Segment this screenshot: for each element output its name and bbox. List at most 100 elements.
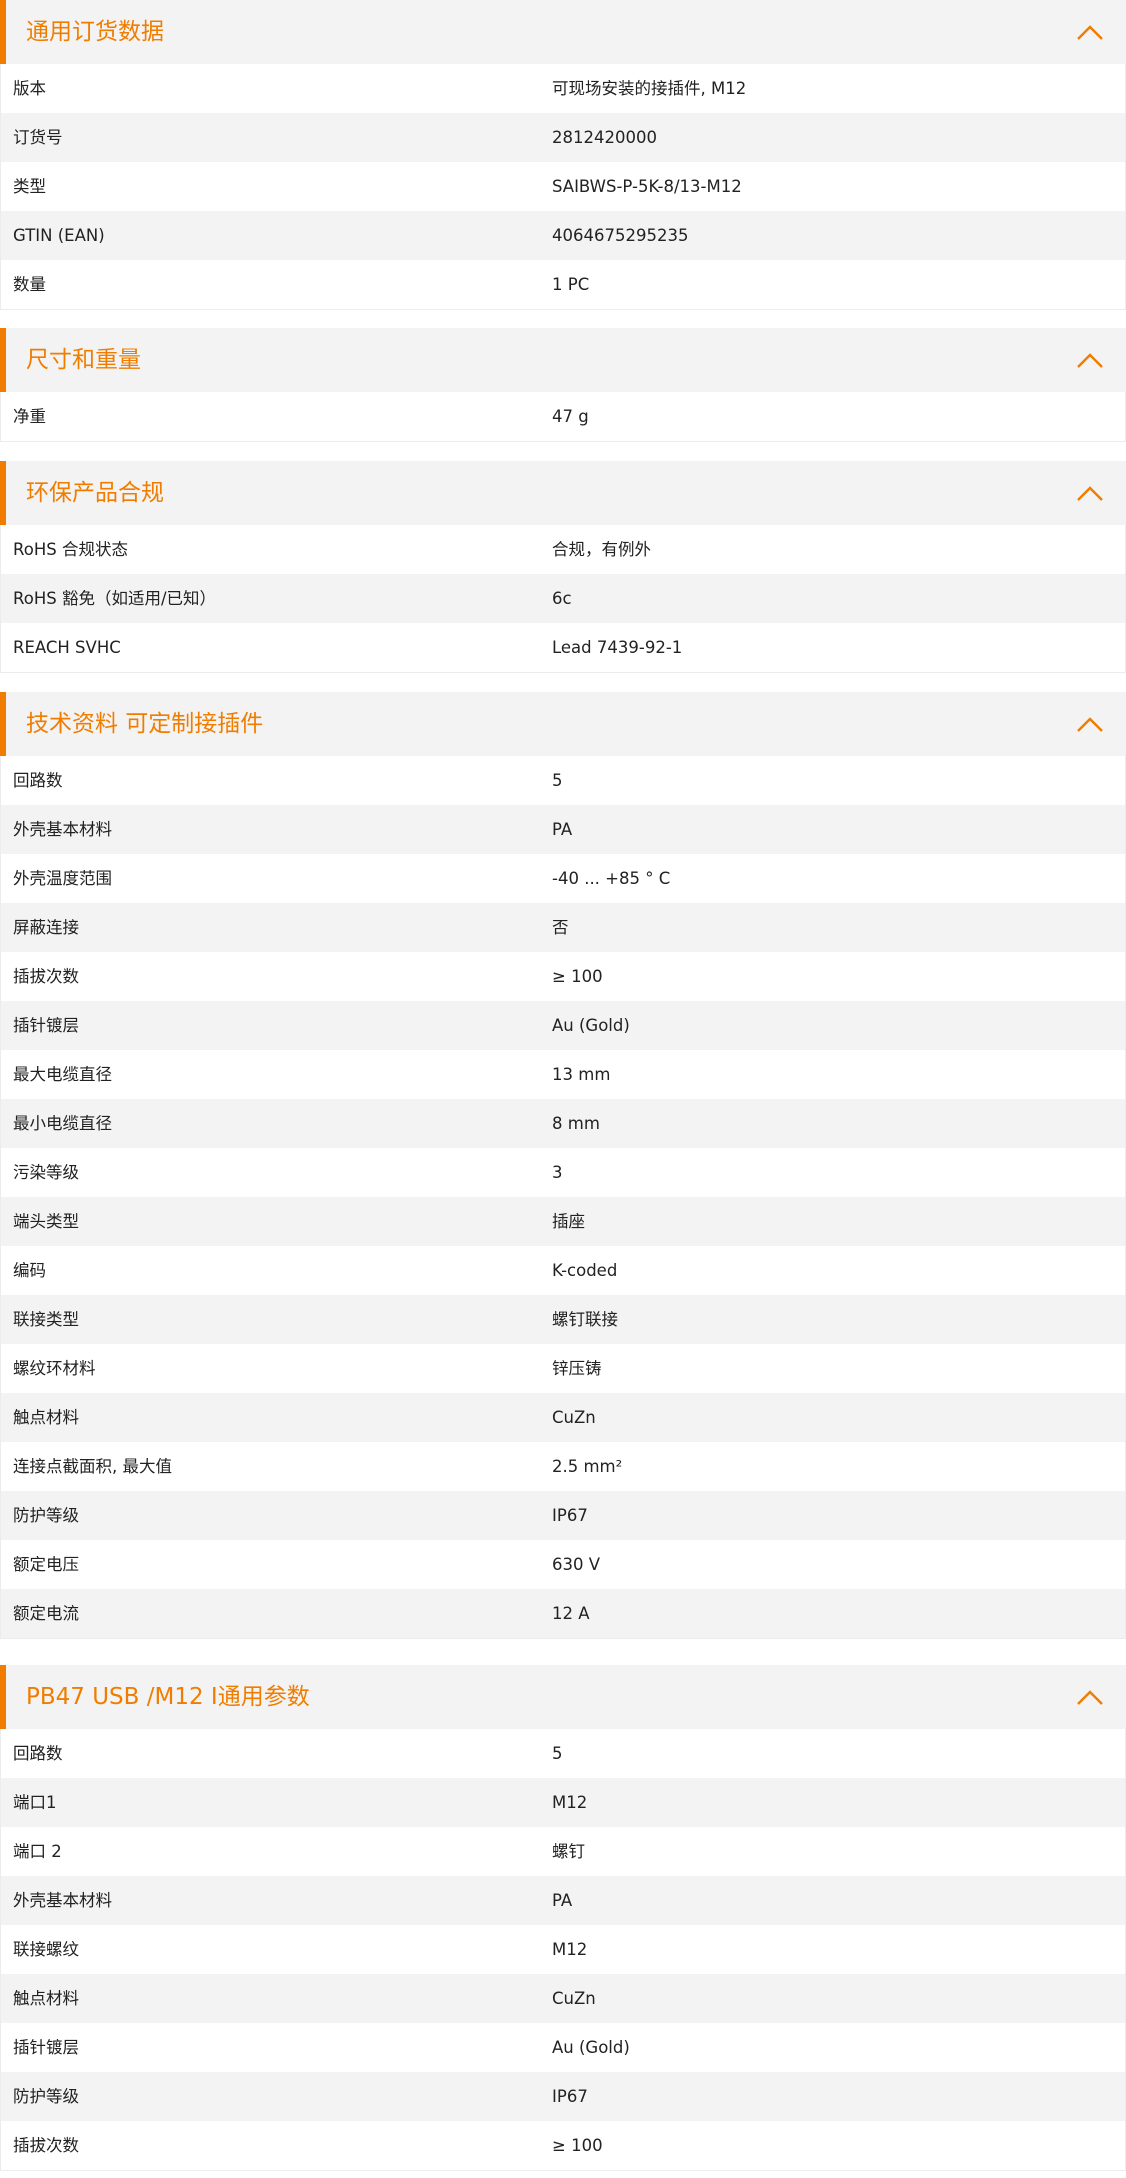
spec-section: 尺寸和重量净重 47 g [0, 328, 1126, 442]
spec-row: 端头类型 插座 [1, 1197, 1125, 1246]
spec-label: 版本 [13, 79, 46, 98]
spec-label: 防护等级 [13, 2087, 79, 2106]
spec-label: 联接类型 [13, 1310, 79, 1329]
spec-value: Au (Gold) [552, 2038, 630, 2057]
spec-table: 回路数 5 外壳基本材料 PA 外壳温度范围 -40 ... +85 ° C 屏蔽连接 否插拔… [0, 756, 1126, 1639]
spec-value: CuZn [552, 1989, 596, 2008]
section-header[interactable]: 通用订货数据 [0, 0, 1126, 64]
spec-row: 插针镀层 Au (Gold) [1, 2023, 1125, 2072]
spec-label: 净重 [13, 407, 46, 426]
spec-label: 最小电缆直径 [13, 1114, 112, 1133]
spec-label: 回路数 [13, 771, 63, 790]
spec-value: K-coded [552, 1261, 618, 1280]
section-title: 尺寸和重量 [26, 347, 141, 373]
spec-label: 额定电流 [13, 1604, 79, 1623]
spec-label: 触点材料 [13, 1408, 79, 1427]
spec-label: 类型 [13, 177, 46, 196]
spec-label: RoHS 合规状态 [13, 540, 128, 559]
spec-label: 端口 2 [13, 1842, 62, 1861]
section-header[interactable]: PB47 USB /M12 I通用参数 [0, 1665, 1126, 1729]
spec-row: 外壳温度范围 -40 ... +85 ° C [1, 854, 1125, 903]
spec-label: 插拔次数 [13, 967, 79, 986]
spec-row: 版本 可现场安装的接插件, M12 [1, 64, 1125, 113]
spec-label: 污染等级 [13, 1163, 79, 1182]
spec-row: 端口1 M12 [1, 1778, 1125, 1827]
section-title: 通用订货数据 [26, 19, 164, 45]
spec-row: 联接类型 螺钉联接 [1, 1295, 1125, 1344]
spec-value: IP67 [552, 2087, 588, 2106]
spec-value: 合规，有例外 [552, 540, 651, 559]
spec-value: 5 [552, 1744, 563, 1763]
spec-label: 订货号 [13, 128, 63, 147]
chevron-up-icon[interactable] [1076, 1688, 1104, 1706]
spec-value: 47 g [552, 407, 589, 426]
spec-label: 触点材料 [13, 1989, 79, 2008]
spec-value: CuZn [552, 1408, 596, 1427]
spec-row: 最小电缆直径 8 mm [1, 1099, 1125, 1148]
spec-value: 12 A [552, 1604, 590, 1623]
spec-label: 额定电压 [13, 1555, 79, 1574]
section-title: 环保产品合规 [26, 480, 164, 506]
chevron-up-icon[interactable] [1076, 715, 1104, 733]
spec-value: Lead 7439-92-1 [552, 638, 683, 657]
spec-table: 净重 47 g [0, 392, 1126, 442]
spec-label: 端口1 [13, 1793, 57, 1812]
spec-value: 13 mm [552, 1065, 611, 1084]
spec-value: M12 [552, 1793, 588, 1812]
spec-section: PB47 USB /M12 I通用参数 回路数 5 端口1 M12 端口 2 螺钉 外壳基本材… [0, 1665, 1126, 2171]
spec-row: 污染等级 3 [1, 1148, 1125, 1197]
spec-label: 最大电缆直径 [13, 1065, 112, 1084]
spec-row: 触点材料 CuZn [1, 1974, 1125, 2023]
section-title: PB47 USB /M12 I通用参数 [26, 1684, 310, 1710]
spec-label: 编码 [13, 1261, 46, 1280]
spec-value: SAIBWS-P-5K-8/13-M12 [552, 177, 742, 196]
spec-value: 6c [552, 589, 572, 608]
chevron-up-icon[interactable] [1076, 484, 1104, 502]
section-header[interactable]: 尺寸和重量 [0, 328, 1126, 392]
spec-row: 类型 SAIBWS-P-5K-8/13-M12 [1, 162, 1125, 211]
spec-row: REACH SVHC Lead 7439-92-1 [1, 623, 1125, 672]
spec-row: 插拔次数 ≥ 100 [1, 2121, 1125, 2170]
spec-row: 防护等级 IP67 [1, 2072, 1125, 2121]
spec-row: 外壳基本材料 PA [1, 1876, 1125, 1925]
spec-row: 外壳基本材料 PA [1, 805, 1125, 854]
spec-value: 5 [552, 771, 563, 790]
spec-label: 螺纹环材料 [13, 1359, 96, 1378]
spec-label: 防护等级 [13, 1506, 79, 1525]
spec-value: ≥ 100 [552, 2136, 603, 2155]
spec-section: 环保产品合规 RoHS 合规状态 合规，有例外 RoHS 豁免（如适用/已知） 6c RE… [0, 461, 1126, 673]
spec-row: 回路数 5 [1, 756, 1125, 805]
spec-row: 额定电压 630 V [1, 1540, 1125, 1589]
spec-value: ≥ 100 [552, 967, 603, 986]
spec-value: 螺钉联接 [552, 1310, 618, 1329]
section-header[interactable]: 环保产品合规 [0, 461, 1126, 525]
spec-row: 插针镀层 Au (Gold) [1, 1001, 1125, 1050]
spec-value: 插座 [552, 1212, 585, 1231]
spec-label: 数量 [13, 275, 46, 294]
spec-value: 2812420000 [552, 128, 657, 147]
spec-table: RoHS 合规状态 合规，有例外 RoHS 豁免（如适用/已知） 6c REACH SV… [0, 525, 1126, 673]
spec-row: 防护等级 IP67 [1, 1491, 1125, 1540]
spec-label: 插针镀层 [13, 1016, 79, 1035]
spec-value: M12 [552, 1940, 588, 1959]
spec-value: PA [552, 820, 573, 839]
spec-section: 技术资料 可定制接插件回路数 5 外壳基本材料 PA 外壳温度范围 -40 ... +85… [0, 692, 1126, 1639]
spec-value: 锌压铸 [552, 1359, 602, 1378]
spec-label: 连接点截面积, 最大值 [13, 1457, 172, 1476]
spec-label: 外壳基本材料 [13, 820, 112, 839]
spec-value: 8 mm [552, 1114, 600, 1133]
spec-value: 4064675295235 [552, 226, 689, 245]
spec-row: 螺纹环材料 锌压铸 [1, 1344, 1125, 1393]
chevron-up-icon[interactable] [1076, 351, 1104, 369]
spec-row: RoHS 合规状态 合规，有例外 [1, 525, 1125, 574]
spec-row: 连接点截面积, 最大值 2.5 mm² [1, 1442, 1125, 1491]
section-header[interactable]: 技术资料 可定制接插件 [0, 692, 1126, 756]
spec-label: REACH SVHC [13, 638, 121, 657]
spec-value: 2.5 mm² [552, 1457, 623, 1476]
spec-value: PA [552, 1891, 573, 1910]
spec-label: 屏蔽连接 [13, 918, 79, 937]
spec-value: -40 ... +85 ° C [552, 869, 671, 888]
spec-section: 通用订货数据版本 可现场安装的接插件, M12 订货号 2812420000 类型 SAI… [0, 0, 1126, 310]
chevron-up-icon[interactable] [1076, 23, 1104, 41]
spec-row: GTIN (EAN) 4064675295235 [1, 211, 1125, 260]
